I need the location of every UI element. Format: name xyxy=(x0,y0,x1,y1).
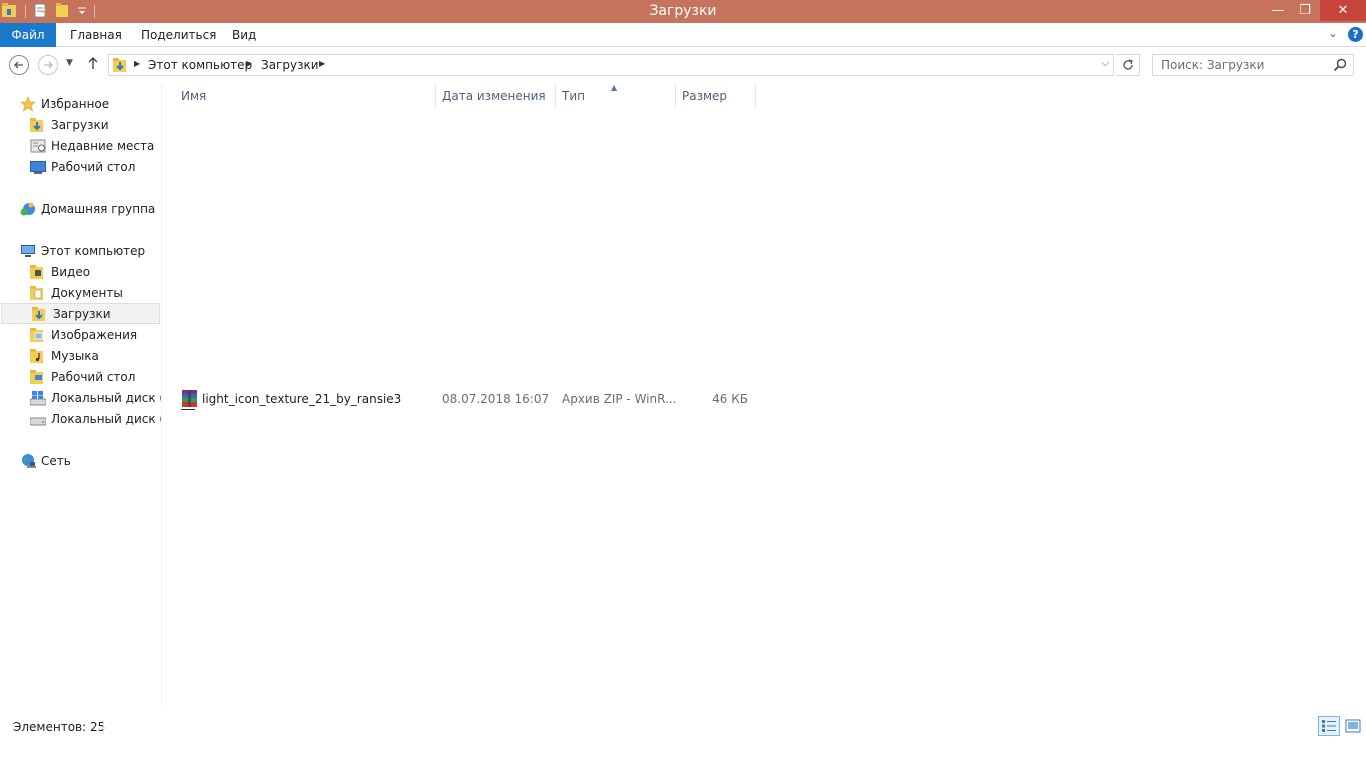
sidebar-item-label: Рабочий стол xyxy=(51,159,136,174)
sidebar-item-label: Музыка xyxy=(51,348,99,363)
downloads-folder-icon xyxy=(113,58,126,72)
navigation-bar: ▼ ▶ Этот компьютер ▶ Загрузки ▶ ⌵ xyxy=(0,48,1366,82)
sort-ascending-icon: ▲ xyxy=(611,83,618,92)
sidebar-item-label: Изображения xyxy=(51,327,138,342)
chevron-right-icon[interactable]: ▶ xyxy=(319,59,325,68)
title-bar: Загрузки — ❐ ✕ xyxy=(0,0,1366,23)
column-header-size[interactable]: Размер xyxy=(676,84,756,108)
sidebar-item-local-disk-e[interactable]: Локальный диск (E:) xyxy=(0,408,161,429)
file-size: 46 КБ xyxy=(712,392,748,406)
sidebar-item-homegroup[interactable]: Домашняя группа xyxy=(0,198,161,219)
star-icon xyxy=(20,95,36,112)
up-button[interactable] xyxy=(87,56,99,74)
chevron-down-icon[interactable]: ⌄ xyxy=(1326,27,1340,41)
sidebar-item-network[interactable]: Сеть xyxy=(0,450,161,471)
maximize-button[interactable]: ❐ xyxy=(1292,0,1318,21)
sidebar-item-label: Этот компьютер xyxy=(41,243,146,258)
file-date: 08.07.2018 16:07 xyxy=(442,392,550,406)
sidebar-item-this-pc[interactable]: Этот компьютер xyxy=(0,240,161,261)
sidebar-item-recent-places[interactable]: Недавние места xyxy=(0,135,161,156)
close-button[interactable]: ✕ xyxy=(1320,0,1366,21)
sidebar-item-label: Домашняя группа xyxy=(41,201,156,216)
search-input[interactable] xyxy=(1153,55,1329,75)
sidebar-item-label: Недавние места xyxy=(51,138,155,153)
sidebar-item-label: Избранное xyxy=(41,96,110,111)
drive-icon xyxy=(30,417,46,425)
navigation-pane: Избранное Загрузки Недавние места Рабочи… xyxy=(0,84,162,706)
computer-icon xyxy=(21,244,35,257)
breadcrumb-downloads[interactable]: Загрузки xyxy=(261,58,319,72)
back-button[interactable] xyxy=(9,55,29,75)
details-view-button[interactable] xyxy=(1318,716,1340,736)
sidebar-item-local-disk-c[interactable]: Локальный диск (C: xyxy=(0,387,161,408)
tab-file[interactable]: Файл xyxy=(0,23,56,47)
videos-folder-icon xyxy=(30,264,43,279)
arrow-up-icon xyxy=(88,57,98,69)
status-divider xyxy=(103,720,104,734)
sidebar-item-label: Локальный диск (C: xyxy=(51,390,161,405)
pictures-folder-icon xyxy=(30,327,43,342)
sidebar-item-pictures[interactable]: Изображения xyxy=(0,324,161,345)
sidebar-item-documents[interactable]: Документы xyxy=(0,282,161,303)
sidebar-item-label: Документы xyxy=(51,285,123,300)
large-icons-view-icon xyxy=(1345,719,1361,733)
table-row[interactable]: light_icon_texture_21_by_ransie3 08.07.2… xyxy=(177,387,757,411)
chevron-right-icon[interactable]: ▶ xyxy=(134,59,140,68)
desktop-icon xyxy=(30,160,46,174)
sidebar-item-videos[interactable]: Видео xyxy=(0,261,161,282)
sidebar-item-downloads[interactable]: Загрузки xyxy=(1,303,160,324)
tab-view[interactable]: Вид xyxy=(222,23,266,47)
large-icons-view-button[interactable] xyxy=(1342,716,1364,736)
sidebar-item-label: Видео xyxy=(51,264,91,279)
sidebar-item-label: Локальный диск (E:) xyxy=(51,411,161,426)
status-bar: Элементов: 25 xyxy=(0,706,1366,768)
search-box[interactable] xyxy=(1152,54,1354,76)
sidebar-item-favorites-downloads[interactable]: Загрузки xyxy=(0,114,161,135)
sidebar-item-music[interactable]: Музыка xyxy=(0,345,161,366)
sidebar-item-label: Сеть xyxy=(41,453,71,468)
homegroup-icon xyxy=(20,202,35,215)
chevron-right-icon[interactable]: ▶ xyxy=(246,59,252,68)
column-header-name[interactable]: Имя xyxy=(175,84,436,108)
focus-indicator xyxy=(181,409,195,410)
file-type: Архив ZIP - WinR... xyxy=(562,392,677,406)
window-title: Загрузки xyxy=(649,3,717,19)
address-bar[interactable]: ▶ Этот компьютер ▶ Загрузки ▶ ⌵ xyxy=(108,54,1114,76)
documents-folder-icon xyxy=(30,285,43,300)
chevron-down-icon[interactable]: ⌵ xyxy=(1101,58,1109,69)
sidebar-item-favorites[interactable]: Избранное xyxy=(0,93,161,114)
arrow-left-icon xyxy=(14,61,23,69)
sidebar-item-label: Рабочий стол xyxy=(51,369,136,384)
tab-share[interactable]: Поделиться xyxy=(131,23,226,47)
network-icon xyxy=(22,453,36,468)
sidebar-item-favorites-desktop[interactable]: Рабочий стол xyxy=(0,156,161,177)
sidebar-item-label: Загрузки xyxy=(53,306,111,321)
desktop-folder-icon xyxy=(30,369,43,384)
system-drive-icon xyxy=(30,390,46,405)
column-header-date[interactable]: Дата изменения xyxy=(436,84,556,108)
minimize-button[interactable]: — xyxy=(1264,0,1292,21)
file-name: light_icon_texture_21_by_ransie3 xyxy=(202,392,402,406)
refresh-button[interactable] xyxy=(1116,54,1140,76)
help-icon[interactable]: ? xyxy=(1348,27,1363,42)
ribbon-tabs: Файл Главная Поделиться Вид ⌄ ? xyxy=(0,23,1366,47)
downloads-folder-icon xyxy=(32,306,45,321)
tab-home[interactable]: Главная xyxy=(60,23,132,47)
sidebar-item-label: Загрузки xyxy=(51,117,109,132)
winrar-archive-icon xyxy=(182,390,197,407)
recent-locations-dropdown[interactable]: ▼ xyxy=(66,58,73,68)
recent-places-icon xyxy=(30,139,46,152)
item-count: Элементов: 25 xyxy=(13,720,106,734)
sidebar-item-desktop[interactable]: Рабочий стол xyxy=(0,366,161,387)
details-view-icon xyxy=(1322,720,1336,732)
forward-button[interactable] xyxy=(38,55,58,75)
breadcrumb-computer[interactable]: Этот компьютер xyxy=(148,58,252,72)
file-list: Имя Дата изменения Тип Размер ▲ light_ic… xyxy=(163,83,1366,706)
music-folder-icon xyxy=(30,348,43,363)
search-icon[interactable] xyxy=(1333,58,1347,72)
downloads-folder-icon xyxy=(30,117,43,132)
arrow-right-icon xyxy=(44,61,53,69)
refresh-icon xyxy=(1122,59,1133,70)
